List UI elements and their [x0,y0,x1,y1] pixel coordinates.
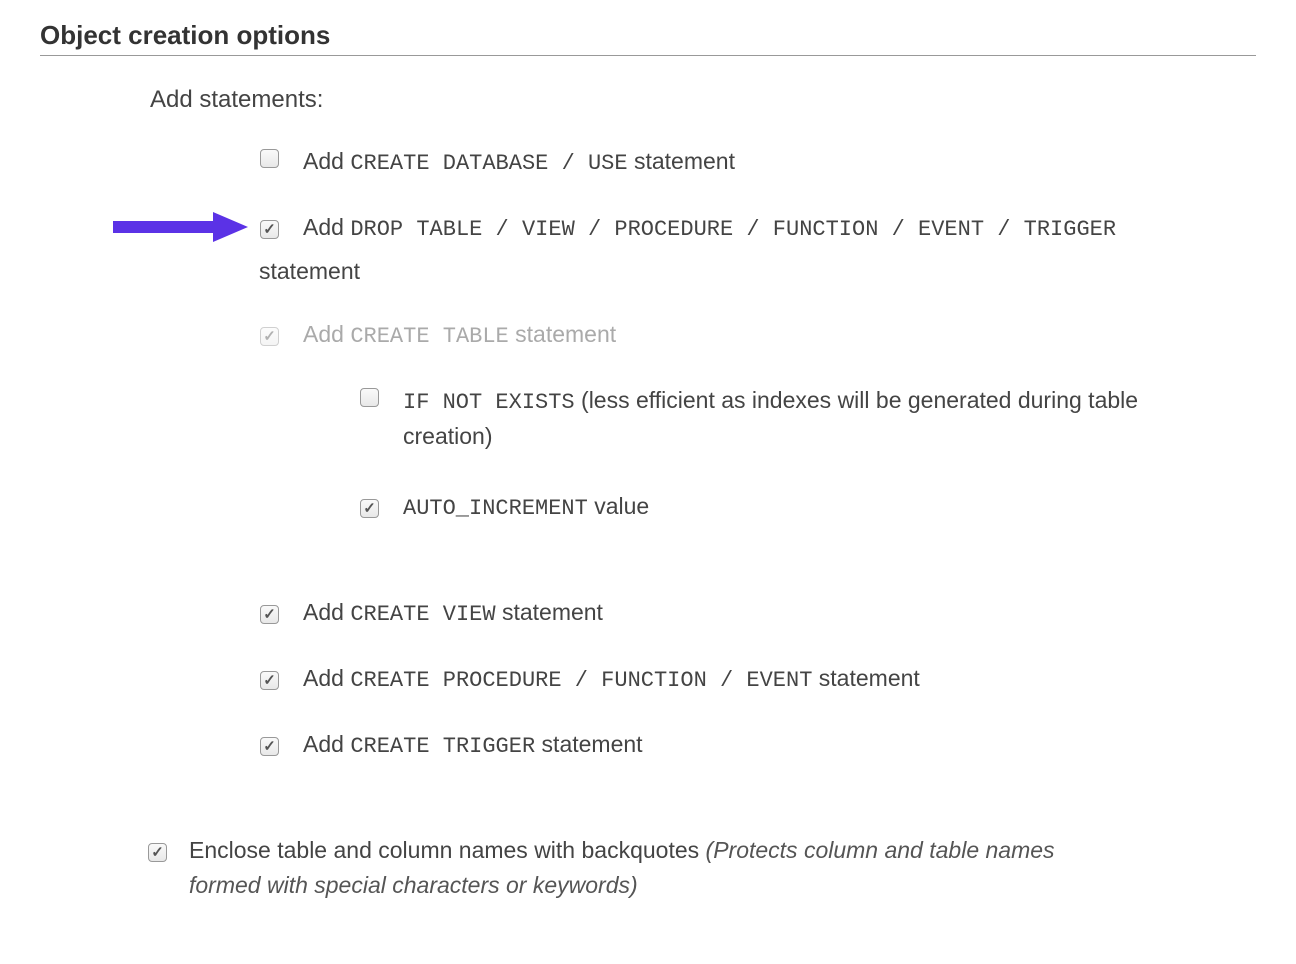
option-auto-increment: AUTO_INCREMENT value [40,489,1256,525]
section-title: Object creation options [40,20,1256,56]
label-create-database: Add CREATE DATABASE / USE statement [303,144,735,180]
checkbox-create-database[interactable] [260,149,279,168]
option-create-view: Add CREATE VIEW statement [40,595,1256,631]
checkbox-if-not-exists[interactable] [360,388,379,407]
checkbox-create-procedure[interactable] [260,671,279,690]
option-create-table: Add CREATE TABLE statement [40,317,1256,353]
add-statements-heading: Add statements: [150,86,1256,114]
checkbox-create-table [260,327,279,346]
label-create-table: Add CREATE TABLE statement [303,317,616,353]
label-create-procedure: Add CREATE PROCEDURE / FUNCTION / EVENT … [303,661,920,697]
checkbox-enclose-backquotes[interactable] [148,843,167,862]
checkbox-drop-table[interactable] [260,220,279,239]
option-create-trigger: Add CREATE TRIGGER statement [40,727,1256,763]
option-drop-table: Add DROP TABLE / VIEW / PROCEDURE / FUNC… [40,210,1256,289]
label-create-trigger: Add CREATE TRIGGER statement [303,727,643,763]
label-auto-increment: AUTO_INCREMENT value [403,489,649,525]
arrow-right-icon [113,210,248,244]
checkbox-create-view[interactable] [260,605,279,624]
label-drop-table: Add DROP TABLE / VIEW / PROCEDURE / FUNC… [303,210,1116,289]
checkbox-create-trigger[interactable] [260,737,279,756]
checkbox-auto-increment[interactable] [360,499,379,518]
option-create-procedure: Add CREATE PROCEDURE / FUNCTION / EVENT … [40,661,1256,697]
label-if-not-exists: IF NOT EXISTS (less efficient as indexes… [403,383,1203,454]
label-enclose-backquotes: Enclose table and column names with back… [189,833,1109,902]
label-create-view: Add CREATE VIEW statement [303,595,603,631]
option-create-database: Add CREATE DATABASE / USE statement [40,144,1256,180]
option-enclose-backquotes: Enclose table and column names with back… [40,833,1256,902]
option-if-not-exists: IF NOT EXISTS (less efficient as indexes… [40,383,1256,454]
